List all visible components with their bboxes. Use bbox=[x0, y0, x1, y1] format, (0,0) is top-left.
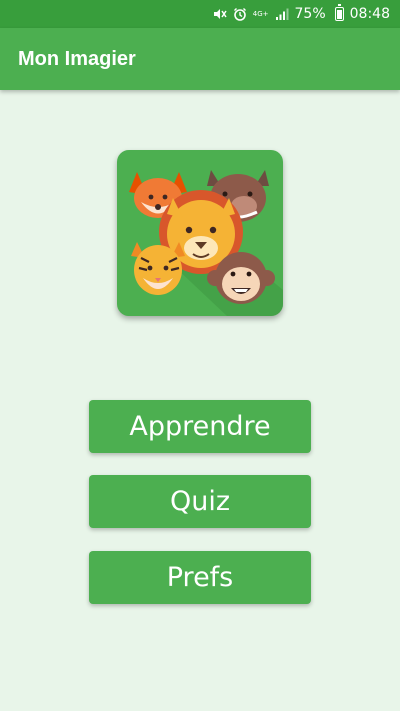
battery-fill bbox=[336, 10, 342, 19]
signal-icon bbox=[275, 7, 289, 21]
mute-icon bbox=[213, 7, 227, 21]
battery-percent: 75% bbox=[294, 6, 326, 22]
animals-logo-icon bbox=[117, 150, 283, 316]
status-bar: 4G+ 75% 08:48 bbox=[0, 0, 400, 28]
clock: 08:48 bbox=[349, 6, 390, 22]
app-title: Mon Imagier bbox=[18, 47, 136, 70]
app-bar: Mon Imagier bbox=[0, 28, 400, 90]
network-type: 4G+ bbox=[252, 9, 269, 18]
quiz-button[interactable]: Quiz bbox=[89, 475, 311, 528]
learn-button[interactable]: Apprendre bbox=[89, 400, 311, 453]
alarm-icon bbox=[233, 7, 247, 21]
battery-icon bbox=[334, 4, 344, 21]
prefs-button[interactable]: Prefs bbox=[89, 551, 311, 604]
